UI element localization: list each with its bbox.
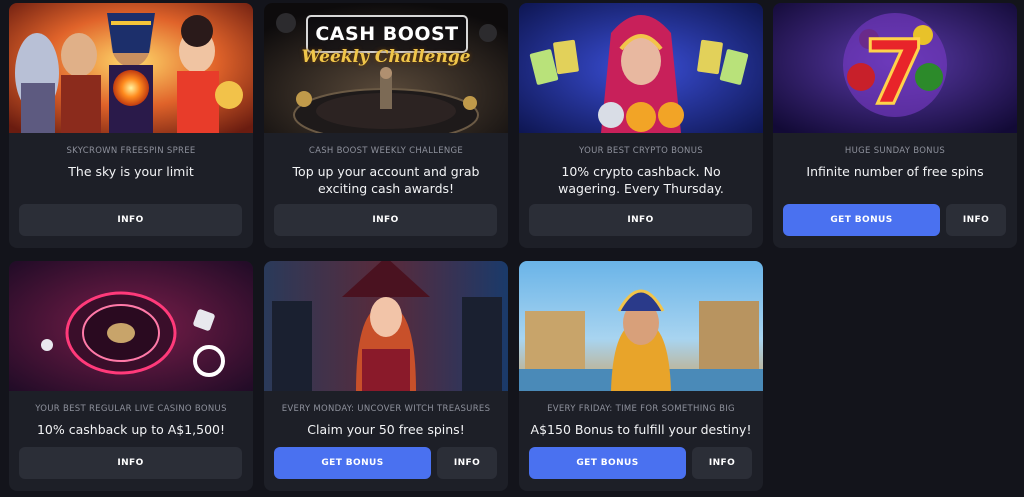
- promo-category: EVERY MONDAY: UNCOVER WITCH TREASURES: [281, 404, 491, 414]
- promo-title: The sky is your limit: [68, 164, 194, 179]
- promo-title: Claim your 50 free spins!: [307, 422, 465, 437]
- promo-title: 10% crypto cashback. No wagering. Every …: [558, 164, 724, 196]
- get-bonus-button[interactable]: GET BONUS: [783, 204, 940, 236]
- promo-category: YOUR BEST CRYPTO BONUS: [579, 146, 703, 156]
- promo-category: EVERY FRIDAY: TIME FOR SOMETHING BIG: [547, 404, 735, 414]
- info-button[interactable]: INFO: [19, 204, 242, 236]
- promo-image-fortune-teller: [519, 3, 763, 133]
- info-button[interactable]: INFO: [274, 204, 497, 236]
- promo-card-cash-boost: CASH BOOST Weekly Challenge CASH BOOST W…: [264, 3, 508, 248]
- weekly-challenge-script: Weekly Challenge: [301, 47, 471, 67]
- get-bonus-button[interactable]: GET BONUS: [274, 447, 431, 479]
- promo-image-cleopatra: [519, 261, 763, 391]
- info-button[interactable]: INFO: [946, 204, 1006, 236]
- svg-text:7: 7: [864, 21, 925, 124]
- info-button[interactable]: INFO: [19, 447, 242, 479]
- promo-card-witch: EVERY MONDAY: UNCOVER WITCH TREASURES Cl…: [264, 261, 508, 491]
- promo-image-warriors: [9, 3, 253, 133]
- promo-title: 10% cashback up to A$1,500!: [36, 422, 226, 437]
- promo-image-lucky-seven: 7: [773, 3, 1017, 133]
- promo-card-skycrown: SKYCROWN FREESPIN SPREE The sky is your …: [9, 3, 253, 248]
- promo-card-sunday: 7 HUGE SUNDAY BONUS Infinite number of f…: [773, 3, 1017, 248]
- promo-category: SKYCROWN FREESPIN SPREE: [66, 146, 196, 156]
- info-button[interactable]: INFO: [437, 447, 497, 479]
- promo-image-roulette: CASH BOOST Weekly Challenge: [264, 3, 508, 133]
- promo-card-live-casino: YOUR BEST REGULAR LIVE CASINO BONUS 10% …: [9, 261, 253, 491]
- promo-category: YOUR BEST REGULAR LIVE CASINO BONUS: [35, 404, 227, 414]
- promo-image-roulette-wheel: [9, 261, 253, 391]
- promo-card-friday: EVERY FRIDAY: TIME FOR SOMETHING BIG A$1…: [519, 261, 763, 491]
- promo-category: CASH BOOST WEEKLY CHALLENGE: [308, 146, 464, 156]
- promo-image-witch: [264, 261, 508, 391]
- promo-title: Top up your account and grab exciting ca…: [292, 164, 480, 196]
- info-button[interactable]: INFO: [692, 447, 752, 479]
- promo-title: A$150 Bonus to fulfill your destiny!: [530, 422, 752, 437]
- promo-title: Infinite number of free spins: [806, 164, 984, 179]
- promo-card-crypto: YOUR BEST CRYPTO BONUS 10% crypto cashba…: [519, 3, 763, 248]
- promo-category: HUGE SUNDAY BONUS: [844, 146, 946, 156]
- info-button[interactable]: INFO: [529, 204, 752, 236]
- get-bonus-button[interactable]: GET BONUS: [529, 447, 686, 479]
